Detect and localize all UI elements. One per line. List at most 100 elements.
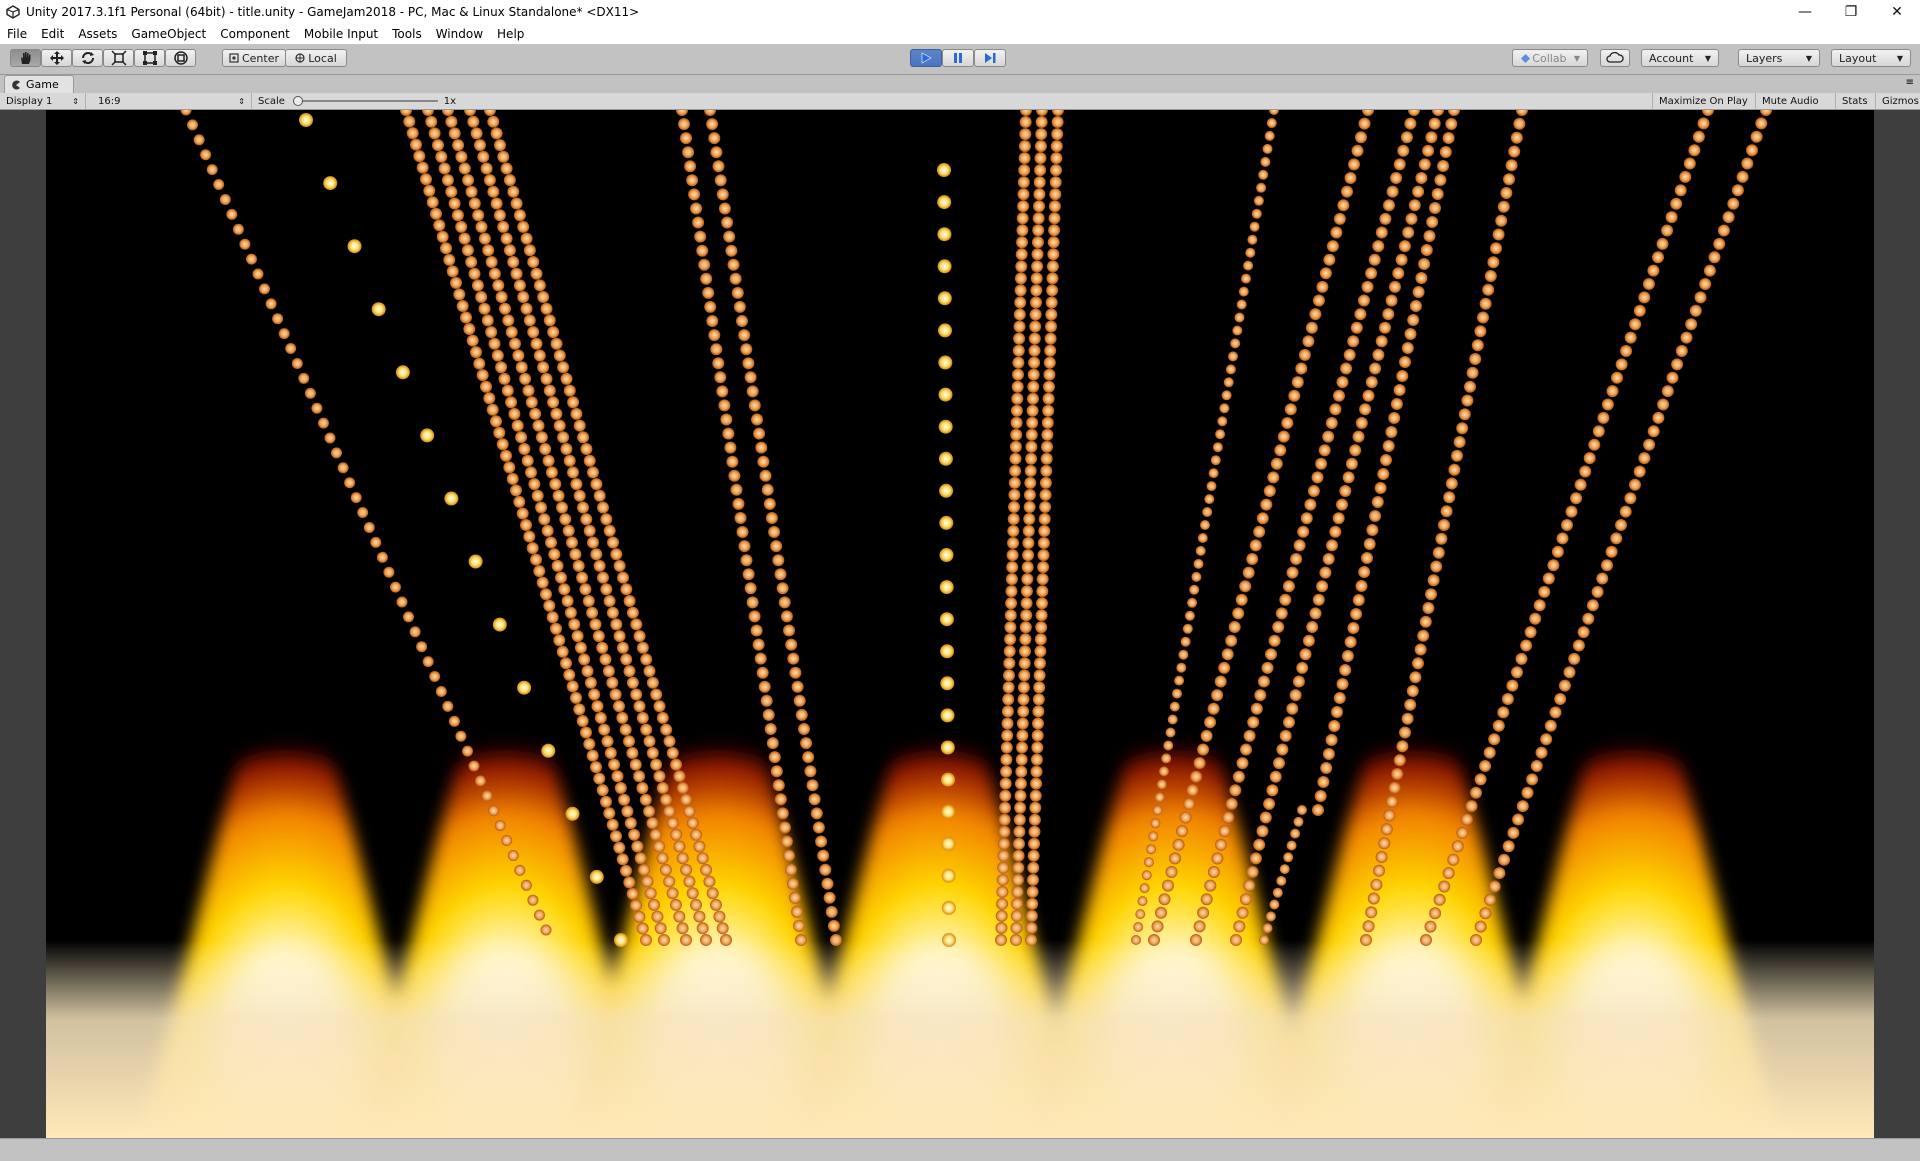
account-dropdown[interactable]: Account ▼ xyxy=(1641,49,1719,67)
particle xyxy=(548,548,561,561)
maximize-on-play-toggle[interactable]: Maximize On Play xyxy=(1652,93,1756,109)
particle xyxy=(1440,505,1453,518)
rect-tool-button[interactable] xyxy=(134,49,165,67)
particle xyxy=(1388,412,1401,424)
particle xyxy=(435,686,447,697)
particle xyxy=(1312,804,1324,816)
particle xyxy=(1179,811,1192,824)
particle xyxy=(633,630,646,643)
particle xyxy=(589,618,602,631)
aspect-dropdown[interactable]: 16:9 ⇕ xyxy=(92,93,252,109)
particle xyxy=(510,484,522,497)
cloud-services-button[interactable] xyxy=(1600,49,1630,67)
particle xyxy=(1219,403,1230,414)
minimize-button[interactable]: — xyxy=(1782,0,1828,24)
transform-tool-button[interactable] xyxy=(165,49,196,67)
particle xyxy=(772,554,785,567)
rotate-tool-button[interactable] xyxy=(72,49,103,67)
particle xyxy=(1006,549,1019,562)
collab-dropdown[interactable]: Collab ▼ xyxy=(1512,49,1588,67)
particle xyxy=(347,239,362,254)
particle xyxy=(1493,867,1506,880)
particle xyxy=(550,407,563,420)
tab-game[interactable]: Game xyxy=(4,75,74,93)
particle xyxy=(516,507,529,520)
scale-tool-button[interactable] xyxy=(103,49,134,67)
menu-mobile-input[interactable]: Mobile Input xyxy=(297,24,385,44)
mute-audio-toggle[interactable]: Mute Audio xyxy=(1756,93,1836,109)
particle xyxy=(1483,746,1496,759)
menu-edit[interactable]: Edit xyxy=(34,24,71,44)
step-button[interactable] xyxy=(974,49,1006,67)
particle xyxy=(1195,545,1206,556)
stats-toggle[interactable]: Stats xyxy=(1836,93,1876,109)
particle xyxy=(1241,273,1251,284)
pause-button[interactable] xyxy=(942,49,974,67)
particle xyxy=(1011,380,1024,393)
particle xyxy=(1685,318,1698,331)
particle xyxy=(1333,389,1345,402)
particle xyxy=(734,512,747,524)
tab-menu-icon[interactable]: ≡ xyxy=(1906,77,1914,88)
menu-help[interactable]: Help xyxy=(490,24,531,44)
particle xyxy=(714,371,727,384)
particle xyxy=(540,302,553,315)
particle xyxy=(1172,688,1182,699)
pivot-center-button[interactable]: Center xyxy=(222,49,286,67)
scale-slider[interactable] xyxy=(292,96,438,106)
particle xyxy=(1211,852,1224,865)
particle xyxy=(1013,813,1026,826)
particle xyxy=(1232,325,1243,336)
menu-file[interactable]: File xyxy=(0,24,34,44)
menu-assets[interactable]: Assets xyxy=(71,24,124,44)
particle xyxy=(1225,364,1236,375)
display-dropdown[interactable]: Display 1 ⇕ xyxy=(0,93,86,109)
close-button[interactable]: ✕ xyxy=(1874,0,1920,24)
particle xyxy=(478,302,491,315)
menu-tools[interactable]: Tools xyxy=(385,24,429,44)
gizmos-dropdown[interactable]: Gizmos ▼ xyxy=(1876,93,1920,109)
particle xyxy=(1680,331,1693,344)
particle xyxy=(1169,852,1181,865)
particle xyxy=(825,905,838,918)
play-button[interactable] xyxy=(910,49,942,67)
hand-tool-button[interactable] xyxy=(10,49,41,67)
particle xyxy=(710,898,722,911)
particle xyxy=(650,758,663,771)
particle xyxy=(465,256,478,268)
particle xyxy=(1239,580,1252,593)
game-viewport[interactable] xyxy=(46,110,1874,1138)
maximize-button[interactable]: ❐ xyxy=(1828,0,1874,24)
particle xyxy=(324,432,336,444)
particle xyxy=(1031,236,1044,249)
particle xyxy=(1694,291,1707,304)
particle xyxy=(1137,896,1148,907)
particle xyxy=(550,622,562,635)
particle xyxy=(1443,491,1456,504)
particle xyxy=(1023,513,1036,525)
particle xyxy=(1619,505,1632,518)
pivot-local-button[interactable]: Local xyxy=(285,49,347,67)
particle xyxy=(1193,757,1206,770)
particle xyxy=(582,595,595,607)
particle xyxy=(1432,546,1445,559)
particle xyxy=(1034,657,1046,670)
particle xyxy=(1513,117,1526,130)
particle xyxy=(550,337,563,350)
particle xyxy=(1006,561,1019,574)
particle xyxy=(580,726,592,739)
layers-dropdown[interactable]: Layers ▼ xyxy=(1738,49,1820,67)
move-tool-button[interactable] xyxy=(41,49,72,67)
particle xyxy=(1015,260,1028,273)
particle xyxy=(748,399,761,412)
particle xyxy=(436,230,449,243)
menu-component[interactable]: Component xyxy=(213,24,297,44)
particle xyxy=(1314,790,1327,802)
menu-window[interactable]: Window xyxy=(429,24,490,44)
particle xyxy=(663,735,676,748)
layout-dropdown[interactable]: Layout ▼ xyxy=(1831,49,1911,67)
scale-slider-handle[interactable] xyxy=(292,96,303,106)
particle xyxy=(527,326,540,339)
particle xyxy=(1336,498,1348,511)
menu-gameobject[interactable]: GameObject xyxy=(124,24,213,44)
